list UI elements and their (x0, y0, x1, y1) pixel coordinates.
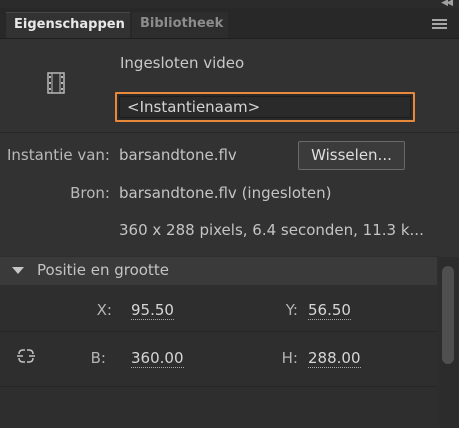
width-label: B: (90, 349, 106, 367)
instance-of-label: Instantie van: (6, 146, 110, 164)
y-value-field[interactable]: 56.50 (308, 301, 351, 320)
position-size-title: Positie en grootte (37, 261, 169, 279)
source-label: Bron: (70, 184, 110, 202)
expand-triangle-icon[interactable] (12, 267, 24, 274)
double-chevron-icon[interactable]: ◀◀ (435, 0, 453, 8)
symbol-type-label: Ingesloten video (120, 54, 245, 72)
y-label: Y: (285, 301, 298, 319)
height-value-field[interactable]: 288.00 (308, 349, 361, 368)
hamburger-menu-icon[interactable] (432, 19, 447, 29)
x-value-field[interactable]: 95.50 (131, 301, 174, 320)
tab-properties[interactable]: Eigenschappen (6, 12, 130, 38)
scrollbar-thumb[interactable] (442, 266, 454, 364)
swap-button[interactable]: Wisselen... (298, 141, 405, 170)
instance-name-placeholder: <Instantienaam> (127, 98, 261, 116)
video-info-value: 360 x 288 pixels, 6.4 seconden, 11.3 k..… (119, 221, 424, 239)
width-value-field[interactable]: 360.00 (131, 349, 184, 368)
instance-name-input[interactable]: <Instantienaam> (115, 92, 415, 122)
height-label: H: (281, 349, 298, 367)
film-strip-icon (47, 72, 65, 94)
x-label: X: (96, 301, 112, 319)
panel-tab-bar: Eigenschappen Bibliotheek (0, 8, 459, 39)
link-proportions-icon[interactable] (17, 349, 35, 363)
instance-of-value: barsandtone.flv (119, 146, 237, 164)
tab-library[interactable]: Bibliotheek (132, 12, 228, 38)
divider (0, 132, 459, 133)
panel-top-strip (0, 0, 459, 8)
source-value: barsandtone.flv (ingesloten) (119, 184, 332, 202)
divider (0, 386, 437, 387)
divider (0, 331, 437, 332)
